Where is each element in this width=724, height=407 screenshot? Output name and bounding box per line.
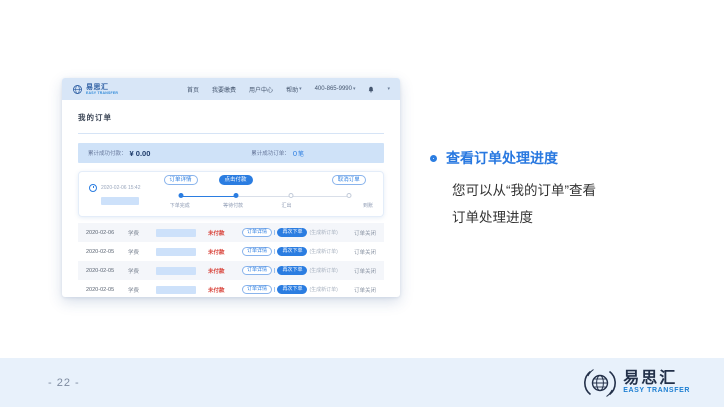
globe-icon — [583, 366, 617, 400]
paid-total-label: 累计成功付款： — [88, 149, 127, 157]
order-date: 2020-02-05 — [86, 249, 128, 255]
page-title: 我的订单 — [78, 112, 384, 123]
nav-item-hotline[interactable]: 400-865-9990 ▾ — [315, 86, 356, 92]
nav-item-pay[interactable]: 我要缴费 — [212, 85, 236, 94]
footer-brand: 易思汇 EASY TRANSFER — [583, 366, 690, 400]
step-label-placed: 下单完成 — [153, 202, 206, 209]
callout: 查看订单处理进度 您可以从“我的订单”查看 订单处理进度 — [430, 148, 670, 231]
page-number: - 22 - — [48, 377, 80, 389]
order-progress-timeline — [153, 193, 373, 199]
order-count-label: 累计成功订单： — [251, 149, 290, 157]
callout-line2: 订单处理进度 — [452, 204, 670, 231]
table-row: 2020-02-05 学费 未付款 订单详情 | 再次下单 (生成新订单) 订单… — [78, 261, 384, 280]
action-separator: | — [274, 268, 275, 274]
reorder-note: (生成新订单) — [309, 286, 337, 293]
globe-icon — [72, 84, 83, 95]
redacted-amount — [156, 248, 196, 256]
action-separator: | — [274, 230, 275, 236]
reorder-note: (生成新订单) — [309, 267, 337, 274]
title-divider — [78, 133, 384, 134]
table-row: 2020-02-06 学费 未付款 订单详情 | 再次下单 (生成新订单) 订单… — [78, 223, 384, 242]
nav-item-help[interactable]: 帮助 ▾ — [286, 85, 302, 94]
active-order-card: 2020-02-06 15:42 订单详情 点击付款 取消订单 下单完成 — [78, 171, 384, 217]
order-type: 学费 — [128, 286, 156, 294]
step-label-awaiting-payment: 等待付款 — [206, 202, 259, 209]
app-screenshot-card: 易思汇 EASY TRANSFER 首页 我要缴费 用户中心 帮助 ▾ 400-… — [62, 78, 400, 297]
table-row: 2020-02-05 学费 未付款 订单详情 | 再次下单 (生成新订单) 订单… — [78, 242, 384, 261]
nav-item-hotline-label: 400-865-9990 — [315, 86, 352, 92]
callout-line1: 您可以从“我的订单”查看 — [452, 177, 670, 204]
paid-total-value: ¥ 0.00 — [130, 149, 151, 158]
order-detail-button[interactable]: 订单详情 — [242, 285, 272, 295]
step-dot-pending — [288, 193, 293, 198]
step-dot-done — [178, 193, 183, 198]
reorder-note: (生成新订单) — [309, 229, 337, 236]
step-dot-done — [233, 193, 238, 198]
order-type: 学费 — [128, 267, 156, 275]
action-separator: | — [274, 249, 275, 255]
order-detail-button[interactable]: 订单详情 — [242, 266, 272, 276]
reorder-note: (生成新订单) — [309, 248, 337, 255]
chevron-down-icon: ▾ — [353, 86, 356, 92]
order-detail-button[interactable]: 订单详情 — [163, 175, 197, 185]
app-logo-en: EASY TRANSFER — [86, 91, 118, 95]
clock-icon — [89, 184, 97, 192]
order-state: 订单关闭 — [354, 229, 376, 237]
nav-item-help-label: 帮助 — [286, 85, 298, 94]
redacted-amount — [156, 229, 196, 237]
account-menu-caret[interactable]: ▾ — [387, 86, 390, 92]
order-detail-button[interactable]: 订单详情 — [242, 228, 272, 238]
reorder-button[interactable]: 再次下单 — [277, 285, 307, 295]
step-label-arrived: 到账 — [313, 202, 373, 209]
order-state: 订单关闭 — [354, 267, 376, 275]
footer-brand-en: EASY TRANSFER — [623, 387, 690, 394]
nav-item-home[interactable]: 首页 — [187, 85, 199, 94]
action-separator: | — [274, 287, 275, 293]
order-date: 2020-02-06 — [86, 230, 128, 236]
cancel-order-button[interactable]: 取消订单 — [332, 175, 366, 185]
reorder-button[interactable]: 再次下单 — [277, 266, 307, 276]
pay-now-button[interactable]: 点击付款 — [218, 175, 252, 185]
redacted-amount — [156, 286, 196, 294]
order-count-value: 0 — [293, 149, 297, 158]
summary-bar: 累计成功付款： ¥ 0.00 累计成功订单： 0 笔 — [78, 143, 384, 163]
callout-title: 查看订单处理进度 — [446, 148, 558, 168]
redacted-order-info — [101, 197, 139, 205]
order-detail-button[interactable]: 订单详情 — [242, 247, 272, 257]
step-label-remitted: 汇出 — [260, 202, 313, 209]
order-status: 未付款 — [208, 286, 242, 294]
redacted-amount — [156, 267, 196, 275]
reorder-button[interactable]: 再次下单 — [277, 247, 307, 257]
order-list: 2020-02-06 学费 未付款 订单详情 | 再次下单 (生成新订单) 订单… — [78, 223, 384, 299]
chevron-down-icon: ▾ — [387, 86, 390, 92]
footer-brand-cn: 易思汇 — [623, 371, 690, 387]
order-type: 学费 — [128, 248, 156, 256]
nav-item-user-center[interactable]: 用户中心 — [249, 85, 273, 94]
order-count-unit: 笔 — [298, 149, 304, 158]
order-status: 未付款 — [208, 229, 242, 237]
app-logo[interactable]: 易思汇 EASY TRANSFER — [72, 84, 118, 95]
bullet-ring-icon — [430, 155, 437, 162]
order-status: 未付款 — [208, 248, 242, 256]
table-row: 2020-02-05 学费 未付款 订单详情 | 再次下单 (生成新订单) 订单… — [78, 280, 384, 299]
app-navbar: 易思汇 EASY TRANSFER 首页 我要缴费 用户中心 帮助 ▾ 400-… — [62, 78, 400, 100]
order-status: 未付款 — [208, 267, 242, 275]
order-type: 学费 — [128, 229, 156, 237]
notification-bell-icon[interactable] — [368, 86, 374, 93]
app-logo-cn: 易思汇 — [86, 84, 118, 91]
step-dot-pending — [346, 193, 351, 198]
order-state: 订单关闭 — [354, 286, 376, 294]
slide-footer: - 22 - 易思汇 EASY TRANSFER — [0, 358, 724, 407]
reorder-button[interactable]: 再次下单 — [277, 228, 307, 238]
order-datetime: 2020-02-06 15:42 — [101, 185, 140, 191]
order-date: 2020-02-05 — [86, 268, 128, 274]
order-date: 2020-02-05 — [86, 287, 128, 293]
timeline-progress — [181, 196, 236, 198]
chevron-down-icon: ▾ — [299, 86, 302, 92]
order-state: 订单关闭 — [354, 248, 376, 256]
